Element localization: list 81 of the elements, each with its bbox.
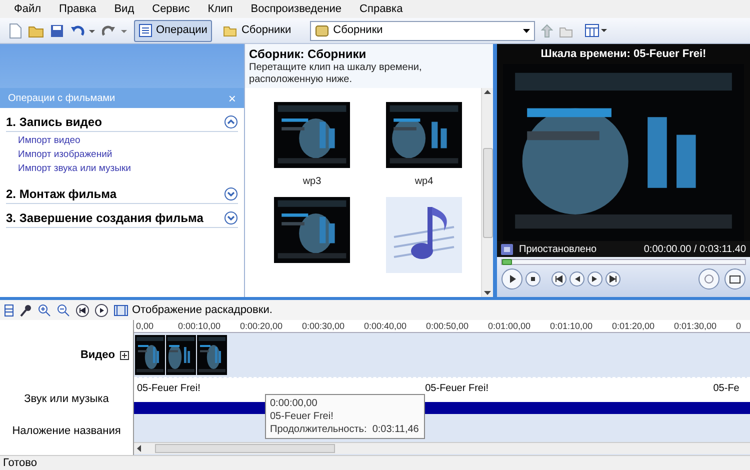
- toolbar-toggle[interactable]: Сборники: [218, 20, 296, 42]
- menu-item[interactable]: Вид: [114, 0, 134, 18]
- scroll-up-icon[interactable]: [484, 90, 491, 94]
- track-label: Звук или музыка: [24, 392, 109, 407]
- collapse-icon[interactable]: [224, 115, 238, 129]
- playback-status: Приостановлено: [519, 242, 597, 256]
- snapshot-button[interactable]: [724, 268, 746, 290]
- rewind-icon[interactable]: [76, 304, 89, 316]
- storyboard-toggle[interactable]: Отображение раскадровки.: [114, 302, 272, 318]
- section-heading[interactable]: 2. Монтаж фильма: [6, 185, 117, 203]
- seek-track[interactable]: [501, 259, 746, 265]
- collection-dropdown[interactable]: Сборники: [310, 20, 536, 40]
- menu-item[interactable]: Клип: [208, 0, 233, 18]
- ruler-label: 0,00: [136, 320, 155, 332]
- zoom-out-icon[interactable]: [57, 304, 70, 316]
- collection-hint: Перетащите клип на шкалу времени, расположенную ниже.: [249, 62, 423, 86]
- menu-item[interactable]: Правка: [59, 0, 96, 18]
- task-link[interactable]: Импорт видео: [18, 134, 80, 148]
- track-label: Наложение названия: [12, 424, 121, 439]
- menu-item[interactable]: Сервис: [152, 0, 190, 18]
- ruler-label: 0:01:20,00: [612, 320, 656, 332]
- rewind-button[interactable]: [569, 271, 585, 287]
- ruler-label: 0:00:40,00: [364, 320, 408, 332]
- list-icon: [139, 24, 152, 37]
- stop-button[interactable]: [525, 271, 541, 287]
- pane-title: Операции с фильмами: [8, 92, 116, 106]
- scroll-down-icon[interactable]: [484, 291, 491, 295]
- menu-item[interactable]: Файл: [14, 0, 42, 18]
- forward-button[interactable]: [587, 271, 603, 287]
- play-icon[interactable]: [95, 304, 108, 316]
- expand-icon[interactable]: [224, 187, 238, 201]
- scroll-thumb[interactable]: [482, 148, 492, 238]
- ruler-label: 0: [736, 320, 742, 332]
- new-file-icon[interactable]: [8, 22, 22, 38]
- next-frame-button[interactable]: [605, 271, 621, 287]
- ruler-label: 0:01:30,00: [674, 320, 718, 332]
- collection-title: Сборник: Сборники: [249, 47, 368, 62]
- caret-icon: [523, 28, 530, 32]
- previous-frame-button[interactable]: [551, 271, 567, 287]
- view-icon[interactable]: [585, 24, 608, 37]
- section-heading[interactable]: 1. Запись видео: [6, 113, 102, 131]
- tooltip-line: Продолжительность: 0:03:11,46: [270, 423, 420, 436]
- clip-title: 05-Feuer Frei!: [136, 382, 202, 396]
- status-text: Готово: [3, 456, 37, 470]
- expand-track-icon[interactable]: [120, 351, 129, 360]
- clip-title: 05-Feuer Frei!: [424, 382, 490, 396]
- clip-label: wp3: [302, 175, 322, 189]
- time-readout: 0:00:00.00 / 0:03:11.40: [644, 242, 746, 256]
- zoom-in-icon[interactable]: [38, 304, 51, 316]
- scroll-left-icon[interactable]: [137, 445, 141, 452]
- play-button[interactable]: [501, 268, 523, 290]
- tooltip-line: 05-Feuer Frei!: [270, 410, 334, 423]
- scroll-thumb[interactable]: [155, 444, 335, 453]
- music-note-icon: [386, 197, 462, 273]
- ruler-label: 0:00:10,00: [178, 320, 222, 332]
- task-link[interactable]: Импорт изображений: [18, 148, 112, 162]
- ruler-label: 0:01:10,00: [550, 320, 594, 332]
- folder-icon: [223, 24, 238, 36]
- storyboard-icon[interactable]: [4, 304, 14, 316]
- track-label: Видео: [80, 348, 115, 364]
- tooltip-line: 0:00:00,00: [270, 397, 318, 410]
- clip-title: 05-Fe: [712, 382, 740, 396]
- menu-item[interactable]: Справка: [360, 0, 403, 18]
- menu-item[interactable]: Воспроизведение: [250, 0, 342, 18]
- redo-icon[interactable]: [102, 24, 128, 38]
- task-link[interactable]: Импорт звука или музыки: [18, 162, 131, 176]
- toolbar-toggle[interactable]: Операции: [134, 20, 212, 42]
- ruler-label: 0:00:20,00: [240, 320, 284, 332]
- expand-icon[interactable]: [224, 211, 238, 225]
- seek-thumb[interactable]: [502, 259, 512, 265]
- save-icon[interactable]: [50, 24, 64, 38]
- paused-icon: [501, 244, 513, 254]
- filmstrip-icon: [114, 304, 128, 316]
- ruler-label: 0:01:00,00: [488, 320, 532, 332]
- ruler-label: 0:00:30,00: [302, 320, 346, 332]
- ruler-label: 0:00:50,00: [426, 320, 470, 332]
- undo-icon[interactable]: [70, 24, 96, 38]
- clip-label: wp4: [414, 175, 434, 189]
- narrate-icon[interactable]: [20, 304, 32, 316]
- section-heading[interactable]: 3. Завершение создания фильма: [6, 209, 204, 227]
- preview-title: Шкала времени: 05-Feuer Frei!: [540, 47, 708, 62]
